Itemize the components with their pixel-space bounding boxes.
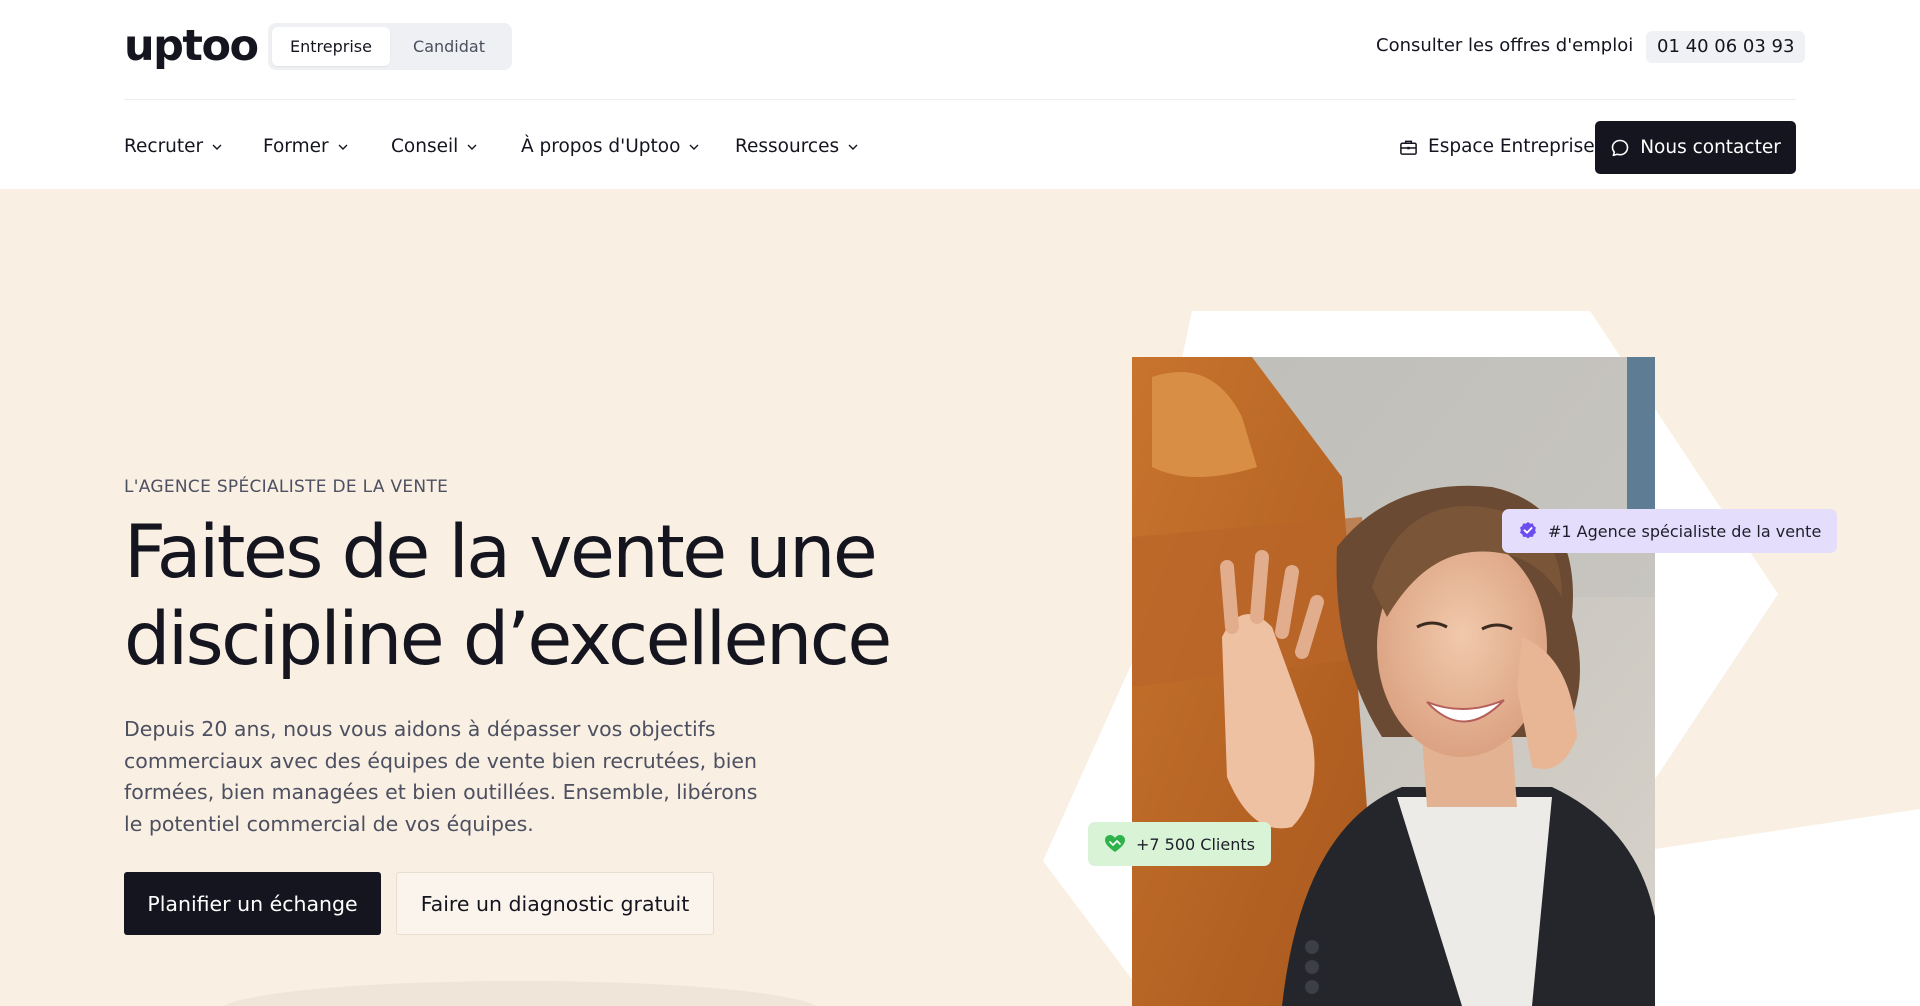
briefcase-icon bbox=[1400, 140, 1417, 155]
chevron-down-icon bbox=[689, 144, 699, 150]
nav-item-former[interactable]: Former bbox=[263, 135, 349, 159]
chevron-down-icon bbox=[212, 144, 222, 150]
nav-item-label: Ressources bbox=[735, 136, 840, 157]
chevron-down-icon bbox=[467, 144, 477, 150]
main-nav: Recruter Former Conseil À propos d'Uptoo… bbox=[0, 100, 1920, 189]
nav-item-label: À propos d'Uptoo bbox=[521, 136, 681, 157]
hero-photo bbox=[1132, 357, 1655, 1006]
nav-item-conseil[interactable]: Conseil bbox=[391, 135, 478, 159]
nav-item-label: Recruter bbox=[124, 136, 204, 157]
contact-button[interactable]: Nous contacter bbox=[1595, 121, 1796, 174]
top-bar: uptoo Entreprise Candidat Consulter les … bbox=[0, 0, 1920, 99]
nav-item-a-propos[interactable]: À propos d'Uptoo bbox=[521, 135, 700, 159]
audience-switch: Entreprise Candidat bbox=[268, 23, 512, 70]
woman-on-phone-photo bbox=[1132, 357, 1655, 1006]
hero-eyebrow: L'AGENCE SPÉCIALISTE DE LA VENTE bbox=[124, 477, 449, 497]
specialist-badge: #1 Agence spécialiste de la vente bbox=[1502, 509, 1838, 553]
nav-item-ressources[interactable]: Ressources bbox=[735, 135, 859, 159]
contact-button-label: Nous contacter bbox=[1640, 137, 1781, 158]
clients-badge-label: +7 500 Clients bbox=[1136, 834, 1255, 854]
espace-entreprise-label: Espace Entreprise bbox=[1428, 136, 1595, 157]
phone-number[interactable]: 01 40 06 03 93 bbox=[1646, 31, 1806, 63]
verified-check-icon bbox=[1520, 522, 1536, 539]
clients-badge: +7 500 Clients bbox=[1088, 822, 1271, 866]
handshake-heart-icon bbox=[1105, 835, 1125, 852]
hero-section: L'AGENCE SPÉCIALISTE DE LA VENTE Faites … bbox=[0, 189, 1920, 1006]
specialist-badge-label: #1 Agence spécialiste de la vente bbox=[1548, 521, 1822, 541]
espace-entreprise-link[interactable]: Espace Entreprise bbox=[1399, 135, 1595, 159]
plan-exchange-button[interactable]: Planifier un échange bbox=[124, 872, 381, 935]
hero-lead: Depuis 20 ans, nous vous aidons à dépass… bbox=[124, 717, 758, 836]
nav-item-label: Conseil bbox=[391, 136, 459, 157]
hero-headline-line2: discipline d’excellence bbox=[124, 597, 892, 682]
hero-headline: Faites de la vente une discipline d’exce… bbox=[124, 509, 944, 683]
hero-headline-line1: Faites de la vente une bbox=[124, 510, 878, 595]
nav-item-label: Former bbox=[263, 136, 329, 157]
nav-item-recruter[interactable]: Recruter bbox=[124, 135, 223, 159]
audience-tab-candidat[interactable]: Candidat bbox=[390, 27, 508, 66]
chevron-down-icon bbox=[848, 144, 858, 150]
chevron-down-icon bbox=[338, 144, 348, 150]
uptoo-logo[interactable]: uptoo bbox=[124, 22, 259, 70]
free-diagnostic-button[interactable]: Faire un diagnostic gratuit bbox=[396, 872, 714, 935]
job-offers-link[interactable]: Consulter les offres d'emploi bbox=[1376, 34, 1633, 58]
chat-bubble-icon bbox=[1611, 139, 1629, 156]
audience-tab-entreprise[interactable]: Entreprise bbox=[272, 27, 390, 66]
